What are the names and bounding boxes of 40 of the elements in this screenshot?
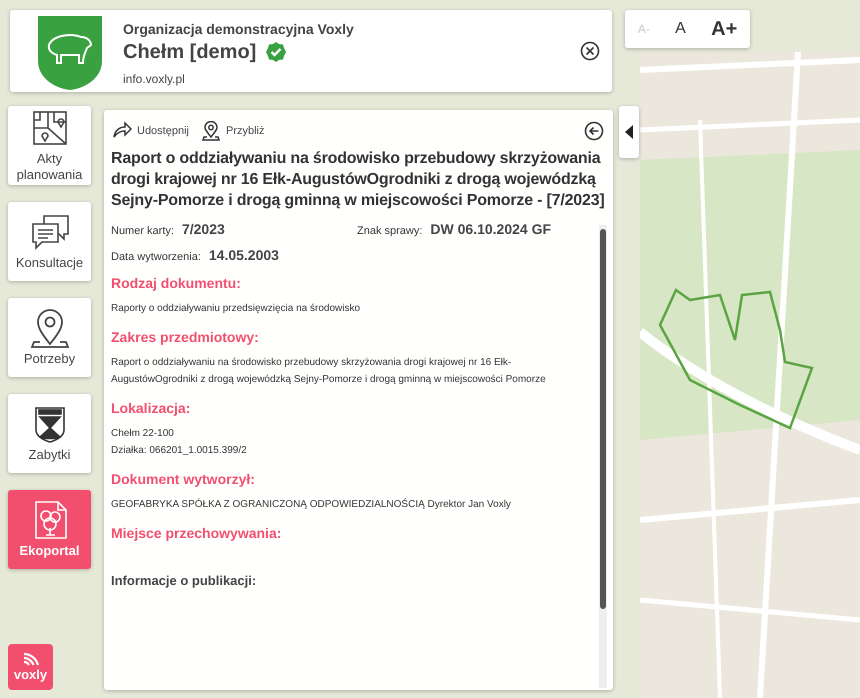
nav-button[interactable]: Konsultacje [8,202,91,281]
field-value: 14.05.2003 [208,247,279,263]
collapse-panel-button[interactable] [619,106,639,158]
location-pin-icon [200,121,221,141]
city-title: Chełm [demo] [123,40,256,64]
section-heading: Rodzaj dokumentu: [111,275,242,291]
website-link[interactable]: info.voxly.pl [123,72,560,86]
scrollbar-thumb[interactable] [600,229,606,609]
nav-button[interactable]: Akty planowania [8,106,91,185]
section-text: Raport o oddziaływaniu na środowisko przebudowy skrzyżowania drogi krajowej nr 16 Ełk-AugustówOgrodniki z drogą wojewódzką Sejny-Pomorze i drogą gminną w miejscowości Pomorze [111,356,547,387]
field-label: Numer karty: [111,225,174,237]
section-heading: Zakres przedmiotowy: [111,329,260,345]
field-value: DW 06.10.2024 GF [430,221,552,237]
signal-waves-icon [22,652,40,666]
action-link[interactable]: Udostępnij [112,121,189,141]
section-text: Działka: 066201_1.0015.399/2 [111,444,248,458]
section-heading: Lokalizacja: [111,400,192,416]
section-text: GEOFABRYKA SPÓŁKA Z OGRANICZONĄ ODPOWIEDZIALNOŚCIĄ Dyrektor Jan Voxly [111,497,512,512]
section-text: Chełm 22-100 [111,427,175,441]
back-button[interactable] [584,121,604,141]
nav-button[interactable]: Potrzeby [8,298,91,377]
section-heading: Dokument wytworzył: [111,471,256,487]
field-value: 7/2023 [182,221,225,237]
section-heading: Miejsce przechowywania: [111,525,282,541]
field-label: Data wytworzenia: [111,251,201,263]
section-text: Raporty o oddziaływaniu przedsięwzięcia na środowisko [111,302,362,316]
triangle-left-icon [625,125,633,139]
nav-button[interactable]: Zabytki [8,394,91,473]
chat-bubbles-icon [30,212,70,252]
section-heading: Informacje o publikacji: [111,573,258,588]
close-button[interactable] [580,41,600,61]
action-link[interactable]: Przybliż [200,121,264,141]
organization-name: Organizacja demonstracyjna Voxly [123,20,355,36]
close-icon [580,41,600,61]
font-size-button[interactable]: A [671,18,690,40]
font-size-button[interactable]: A+ [707,16,742,42]
scrollbar[interactable] [599,225,607,688]
field-label: Znak sprawy: [357,225,422,237]
document-title: Raport o oddziaływaniu na środowisko przebudowy skrzyżowania drogi krajowej nr 16 Ełk-AugustówOgrodniki z drogą wojewódzką Sejny-Pomorze i drogą gminną w miejscowości Pomorze - [7/2023] [111,149,606,211]
location-pin-icon [30,308,70,348]
